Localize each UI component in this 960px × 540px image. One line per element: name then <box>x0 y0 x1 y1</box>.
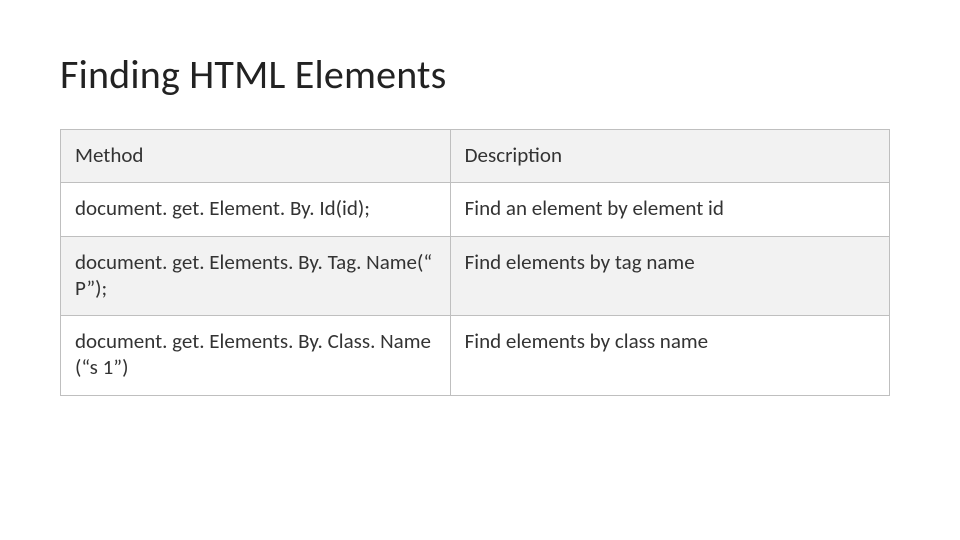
methods-table: Method Description document. get. Elemen… <box>60 129 890 396</box>
page-title: Finding HTML Elements <box>60 50 900 99</box>
cell-description: Find an element by element id <box>450 183 889 236</box>
cell-description: Find elements by tag name <box>450 236 889 316</box>
cell-description: Find elements by class name <box>450 316 889 396</box>
table-row: document. get. Element. By. Id(id); Find… <box>61 183 890 236</box>
cell-method: document. get. Elements. By. Class. Name… <box>61 316 451 396</box>
table-row: document. get. Elements. By. Class. Name… <box>61 316 890 396</box>
header-method: Method <box>61 130 451 183</box>
cell-method: document. get. Elements. By. Tag. Name(“… <box>61 236 451 316</box>
table-header-row: Method Description <box>61 130 890 183</box>
cell-method: document. get. Element. By. Id(id); <box>61 183 451 236</box>
table-row: document. get. Elements. By. Tag. Name(“… <box>61 236 890 316</box>
header-description: Description <box>450 130 889 183</box>
slide: Finding HTML Elements Method Description… <box>0 0 960 540</box>
